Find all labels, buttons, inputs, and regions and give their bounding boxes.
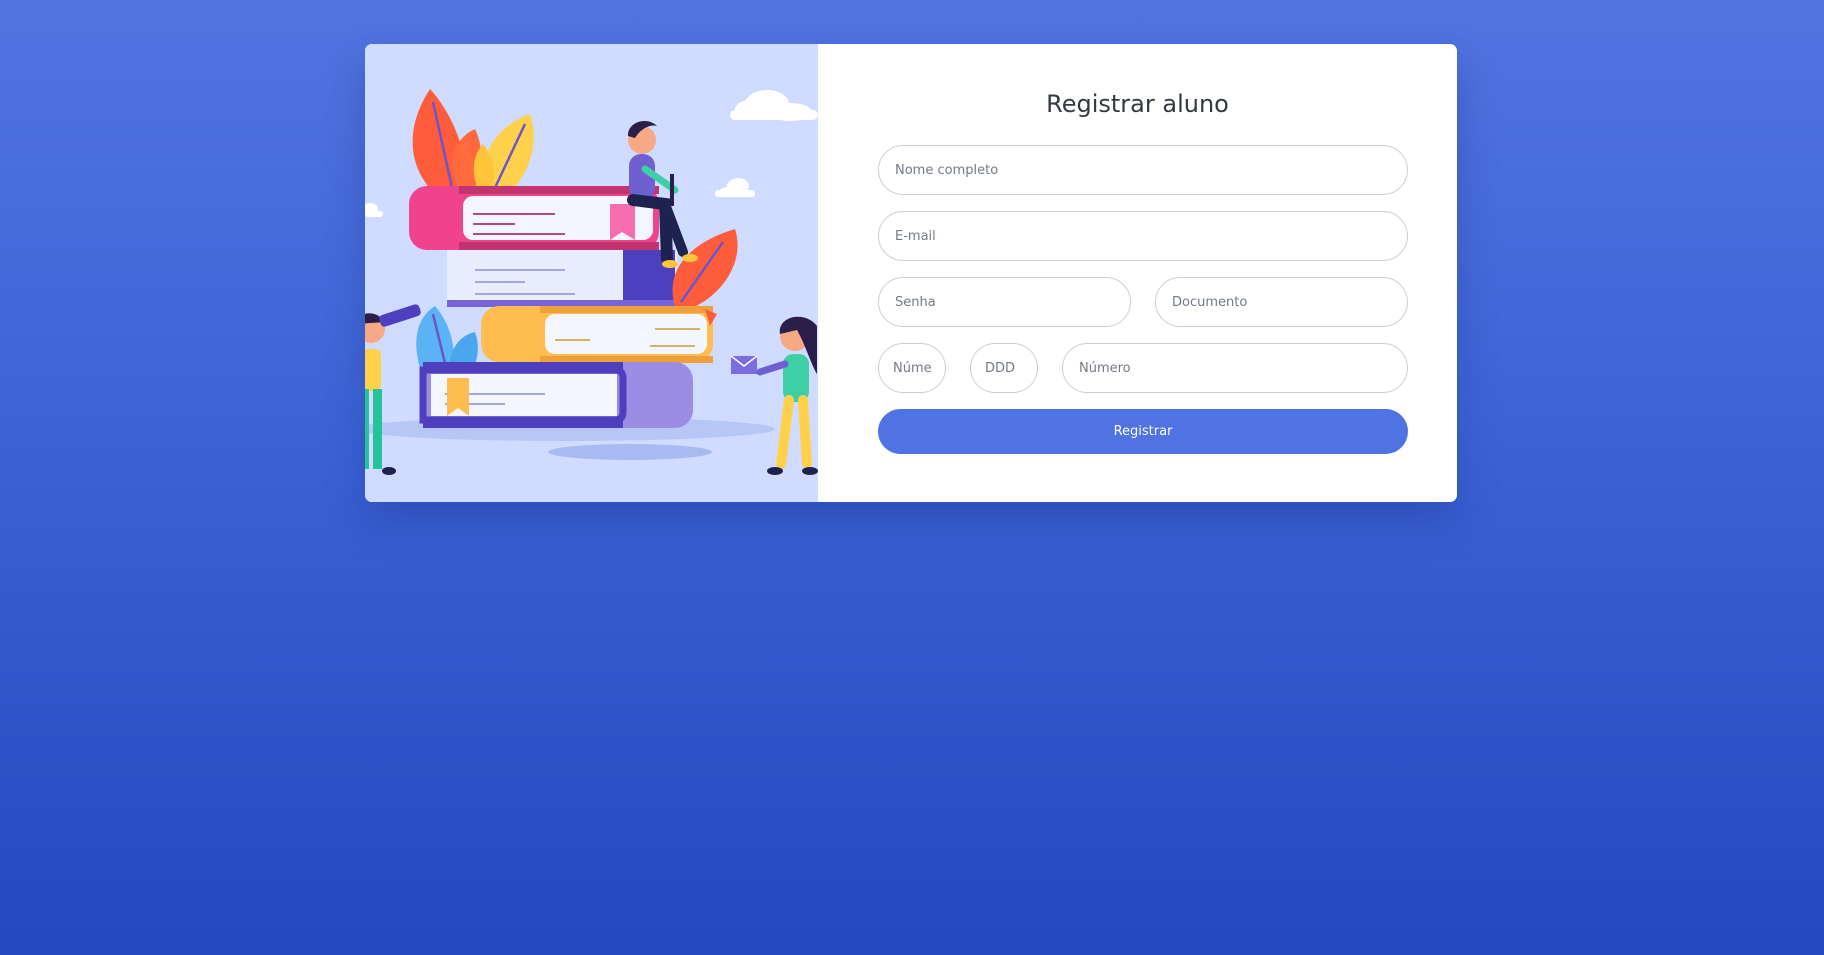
- password-input[interactable]: [878, 277, 1131, 327]
- phone-number-input[interactable]: [1062, 343, 1408, 393]
- book-icon: [447, 250, 677, 307]
- ddd-input[interactable]: [970, 343, 1038, 393]
- cloud-icon: [365, 203, 383, 217]
- student-envelope-figure: [730, 316, 818, 475]
- students-books-illustration: [365, 89, 818, 475]
- register-button[interactable]: Registrar: [878, 409, 1408, 454]
- leaf-icon: [412, 89, 482, 196]
- full-name-input[interactable]: [878, 145, 1408, 195]
- leaf-icon: [473, 114, 534, 194]
- register-form: Registrar aluno Registrar: [818, 44, 1457, 502]
- book-icon: [419, 362, 693, 428]
- cloud-icon: [730, 90, 818, 121]
- student-telescope-figure: [365, 304, 421, 475]
- book-icon: [409, 186, 659, 250]
- book-icon: [481, 306, 717, 363]
- email-input[interactable]: [878, 211, 1408, 261]
- document-input[interactable]: [1155, 277, 1408, 327]
- books-illustration: [365, 44, 818, 502]
- cloud-icon: [715, 178, 755, 197]
- form-title: Registrar aluno: [1046, 90, 1229, 118]
- register-card: Registrar aluno Registrar: [365, 44, 1457, 502]
- country-code-input[interactable]: [878, 343, 946, 393]
